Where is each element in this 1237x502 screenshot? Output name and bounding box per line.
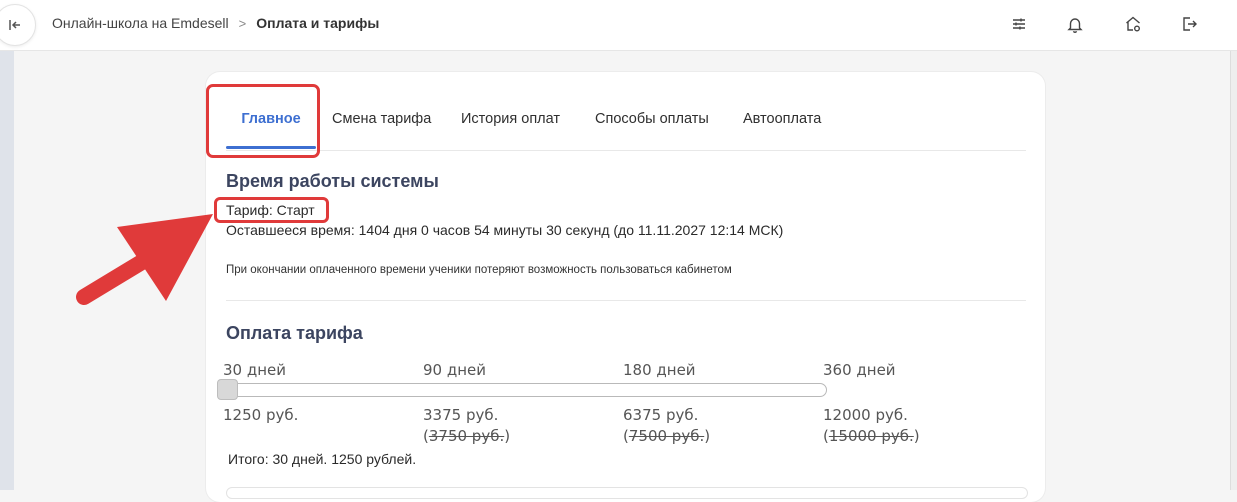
old-price: (3750 руб.) — [423, 427, 510, 445]
old-price-value: 7500 руб. — [628, 427, 705, 445]
tab-payment-history[interactable]: История оплат — [461, 104, 560, 148]
tab-change-tariff[interactable]: Смена тарифа — [332, 104, 431, 148]
logout-icon[interactable] — [1178, 13, 1200, 35]
period-label: 180 дней — [623, 361, 696, 379]
old-price-close: ) — [504, 427, 511, 445]
old-price-close: ) — [913, 427, 920, 445]
period-label: 360 дней — [823, 361, 896, 379]
collapse-left-icon — [9, 20, 20, 30]
old-price-value: 15000 руб. — [828, 427, 914, 445]
scrollbar[interactable] — [1230, 51, 1237, 490]
price-value: 3375 руб. — [423, 406, 499, 424]
home-settings-icon[interactable] — [1122, 13, 1144, 35]
price-value: 1250 руб. — [223, 406, 299, 424]
tab-payment-methods[interactable]: Способы оплаты — [595, 104, 709, 148]
breadcrumb-separator: > — [238, 15, 247, 31]
tab-highlight-frame — [206, 84, 320, 158]
collapse-sidebar-button[interactable] — [0, 4, 36, 46]
old-price: (15000 руб.) — [823, 427, 920, 445]
payment-title: Оплата тарифа — [226, 323, 363, 343]
period-label: 90 дней — [423, 361, 487, 379]
old-price-value: 3750 руб. — [428, 427, 505, 445]
tariff-highlight-frame — [214, 197, 329, 223]
annotation-arrow — [76, 214, 213, 305]
tabs-bar: Главное Смена тарифа История оплат Спосо… — [226, 104, 1026, 151]
top-bar: Онлайн-школа на Emdesell > Оплата и тари… — [0, 0, 1237, 51]
sidebar-strip — [0, 51, 14, 490]
breadcrumb-current: Оплата и тарифы — [256, 15, 380, 31]
price-value: 12000 руб. — [823, 406, 908, 424]
period-slider-thumb[interactable] — [217, 379, 238, 400]
section-divider — [226, 300, 1026, 301]
tab-autopay[interactable]: Автооплата — [743, 104, 821, 148]
bell-icon[interactable] — [1064, 13, 1086, 35]
old-price: (7500 руб.) — [623, 427, 710, 445]
system-time-title: Время работы системы — [226, 171, 439, 191]
remaining-time: Оставшееся время: 1404 дня 0 часов 54 ми… — [226, 222, 784, 238]
price-value: 6375 руб. — [623, 406, 699, 424]
period-slider[interactable] — [218, 383, 827, 397]
period-label: 30 дней — [223, 361, 287, 379]
expiry-note: При окончании оплаченного времени ученик… — [226, 264, 732, 276]
sliders-icon[interactable] — [1008, 13, 1030, 35]
old-price-close: ) — [704, 427, 711, 445]
payment-total: Итого: 30 дней. 1250 рублей. — [228, 451, 417, 467]
breadcrumb-school-link[interactable]: Онлайн-школа на Emdesell — [52, 15, 229, 31]
breadcrumb: Онлайн-школа на Emdesell > Оплата и тари… — [52, 15, 379, 31]
next-section-box — [226, 487, 1028, 499]
